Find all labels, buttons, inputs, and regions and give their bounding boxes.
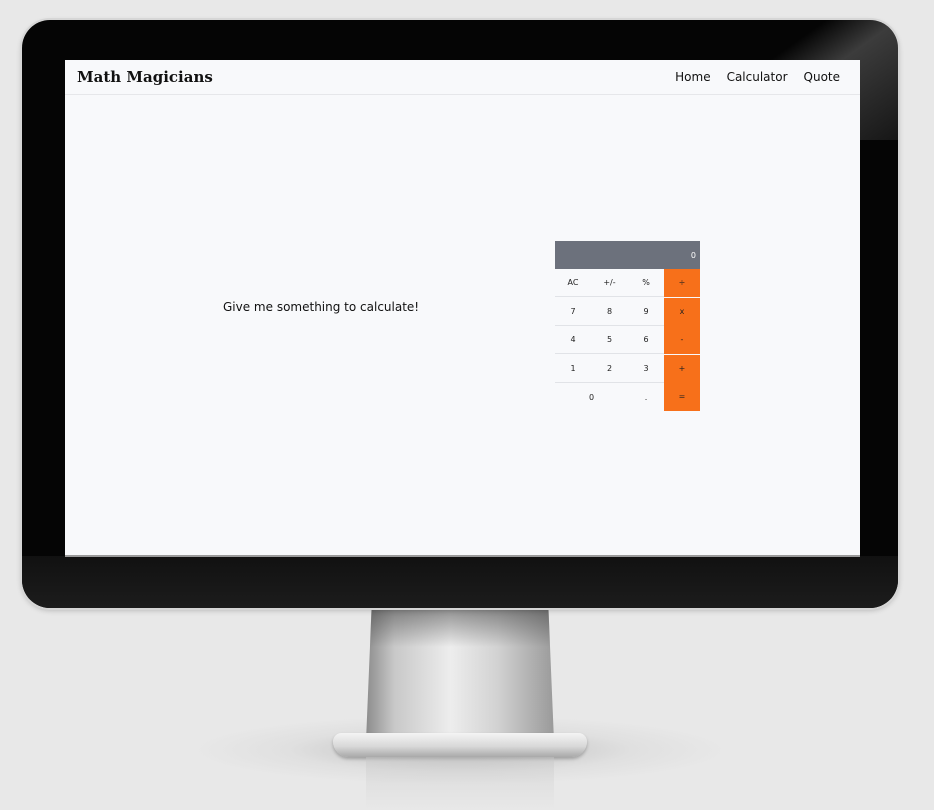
nav-link-calculator[interactable]: Calculator: [727, 70, 788, 84]
monitor-bezel: Math Magicians Home Calculator Quote Giv…: [22, 20, 898, 608]
equals-button[interactable]: =: [664, 383, 700, 411]
plus-button[interactable]: +: [664, 355, 700, 383]
four-button[interactable]: 4: [555, 326, 591, 354]
scene: Math Magicians Home Calculator Quote Giv…: [0, 0, 934, 810]
calculator-display: 0: [555, 241, 700, 269]
eight-button[interactable]: 8: [591, 298, 628, 326]
calculator-keypad: AC +/- % ÷ 7 8 9 x 4 5 6 - 1 2 3 + 0 . =: [555, 269, 700, 411]
nav-link-home[interactable]: Home: [675, 70, 710, 84]
five-button[interactable]: 5: [591, 326, 628, 354]
one-button[interactable]: 1: [555, 355, 591, 383]
monitor-stand-base: [333, 733, 587, 757]
monitor-stand-shade: [369, 607, 551, 647]
ac-button[interactable]: AC: [555, 269, 591, 297]
display-value: 0: [690, 250, 696, 260]
three-button[interactable]: 3: [628, 355, 664, 383]
nav-links: Home Calculator Quote: [675, 70, 840, 84]
seven-button[interactable]: 7: [555, 298, 591, 326]
percent-button[interactable]: %: [628, 269, 664, 297]
six-button[interactable]: 6: [628, 326, 664, 354]
minus-button[interactable]: -: [664, 326, 700, 354]
divide-button[interactable]: ÷: [664, 269, 700, 297]
plus-minus-button[interactable]: +/-: [591, 269, 628, 297]
navbar: Math Magicians Home Calculator Quote: [65, 60, 860, 95]
two-button[interactable]: 2: [591, 355, 628, 383]
nav-link-quote[interactable]: Quote: [804, 70, 840, 84]
multiply-button[interactable]: x: [664, 298, 700, 326]
app-screen: Math Magicians Home Calculator Quote Giv…: [65, 60, 860, 557]
calculator-prompt: Give me something to calculate!: [223, 300, 420, 314]
calculator: 0 AC +/- % ÷ 7 8 9 x 4 5 6 - 1 2 3 + 0 .…: [555, 241, 700, 411]
brand-logo[interactable]: Math Magicians: [77, 68, 213, 86]
stand-reflection: [366, 757, 554, 810]
zero-button[interactable]: 0: [555, 383, 628, 411]
bezel-chin: [22, 556, 898, 608]
nine-button[interactable]: 9: [628, 298, 664, 326]
decimal-button[interactable]: .: [628, 383, 664, 411]
